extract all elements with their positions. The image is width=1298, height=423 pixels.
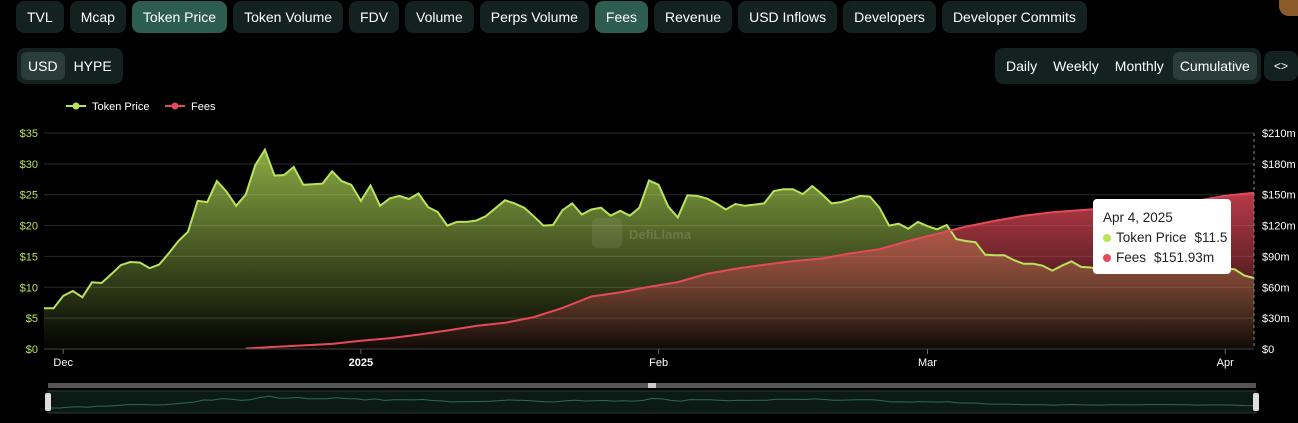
y-right-tick-label: $0 (1262, 344, 1274, 356)
tab-usd-inflows[interactable]: USD Inflows (738, 1, 838, 33)
tooltip-row-price: Token Price $11.5 (1103, 228, 1231, 248)
navigator-right-handle[interactable] (1253, 393, 1259, 411)
series-dot-icon (1103, 254, 1111, 262)
y-right-tick-label: $150m (1262, 190, 1296, 202)
grid (44, 132, 1254, 350)
x-tick-label: Mar (918, 357, 937, 369)
llama-logo-icon (592, 218, 622, 248)
tooltip-value: $151.93m (1154, 250, 1215, 265)
denomination-option-usd[interactable]: USD (21, 52, 65, 80)
series-dot-icon (1103, 234, 1111, 242)
grouping-toggle: Daily Weekly Monthly Cumulative (995, 48, 1261, 84)
y-left-tick-label: $35 (20, 128, 38, 140)
legend-dot-icon (72, 102, 80, 110)
tab-tvl[interactable]: TVL (16, 1, 64, 33)
tab-token-price[interactable]: Token Price (131, 1, 228, 33)
tooltip-date: Apr 4, 2025 (1103, 210, 1173, 225)
token-price-line (44, 147, 1255, 310)
tab-developers[interactable]: Developers (843, 1, 936, 33)
y-left-tick-label: $0 (26, 344, 38, 356)
tab-developer-commits[interactable]: Developer Commits (941, 1, 1087, 33)
y-left-tick-label: $20 (20, 221, 38, 233)
y-right-tick-label: $30m (1262, 313, 1290, 325)
navigator-grip-icon[interactable] (648, 383, 656, 388)
tooltip-label: Fees (1116, 250, 1147, 265)
grouping-option-daily[interactable]: Daily (999, 52, 1044, 80)
x-tick-label: Feb (649, 357, 668, 369)
navigator-preview-line (50, 395, 1255, 409)
legend-label[interactable]: Token Price (92, 101, 149, 113)
tooltip-label: Token Price (1116, 230, 1187, 245)
y-right-tick-label: $210m (1262, 128, 1296, 140)
navigator-window[interactable] (47, 390, 1257, 414)
y-left-tick-label: $5 (26, 313, 38, 325)
y-left-tick-label: $30 (20, 159, 38, 171)
metric-tabs: TVL Mcap Token Price Token Volume FDV Volume P… (16, 1, 1087, 33)
grouping-option-weekly[interactable]: Weekly (1046, 52, 1106, 80)
x-tick-label: Apr (1217, 357, 1234, 369)
y-left-tick-label: $10 (20, 282, 38, 294)
tooltip-value: $11.5 (1194, 230, 1228, 245)
tooltip: Apr 4, 2025 Token Price $11.5 Fees $151.… (1093, 199, 1231, 274)
tooltip-row-fees: Fees $151.93m (1103, 248, 1231, 268)
legend-dot-icon (171, 102, 179, 110)
embed-code-button[interactable]: <> (1264, 51, 1298, 81)
series-areas (44, 147, 1255, 350)
y-left-tick-label: $15 (20, 251, 38, 263)
watermark-text: DefiLlama (629, 227, 692, 242)
denomination-option-hype[interactable]: HYPE (67, 52, 119, 80)
token-price-area (44, 149, 1254, 349)
code-icon: <> (1273, 59, 1288, 73)
navigator-left-handle[interactable] (45, 393, 51, 411)
x-tick-label: Dec (53, 357, 73, 369)
y-left-tick-label: $25 (20, 190, 38, 202)
x-tick-label: 2025 (349, 357, 373, 369)
navigator-bar[interactable] (48, 383, 1256, 388)
y-right-tick-label: $60m (1262, 282, 1290, 294)
tab-fees[interactable]: Fees (594, 1, 649, 33)
watermark: DefiLlama (592, 218, 692, 248)
avatar[interactable] (1279, 0, 1298, 16)
tab-token-volume[interactable]: Token Volume (233, 1, 344, 33)
legend-label[interactable]: Fees (191, 101, 216, 113)
range-navigator[interactable] (45, 383, 1259, 414)
legend: Token Price Fees (66, 101, 216, 113)
tab-mcap[interactable]: Mcap (69, 1, 126, 33)
y-right-tick-label: $180m (1262, 159, 1296, 171)
denomination-toggle: USD HYPE (17, 48, 123, 84)
tab-volume[interactable]: Volume (405, 1, 474, 33)
y-right-tick-label: $120m (1262, 221, 1296, 233)
y-right-tick-label: $90m (1262, 251, 1290, 263)
tab-revenue[interactable]: Revenue (654, 1, 733, 33)
grouping-option-cumulative[interactable]: Cumulative (1172, 52, 1257, 80)
tab-perps-volume[interactable]: Perps Volume (479, 1, 589, 33)
tab-fdv[interactable]: FDV (349, 1, 400, 33)
grouping-option-monthly[interactable]: Monthly (1108, 52, 1171, 80)
